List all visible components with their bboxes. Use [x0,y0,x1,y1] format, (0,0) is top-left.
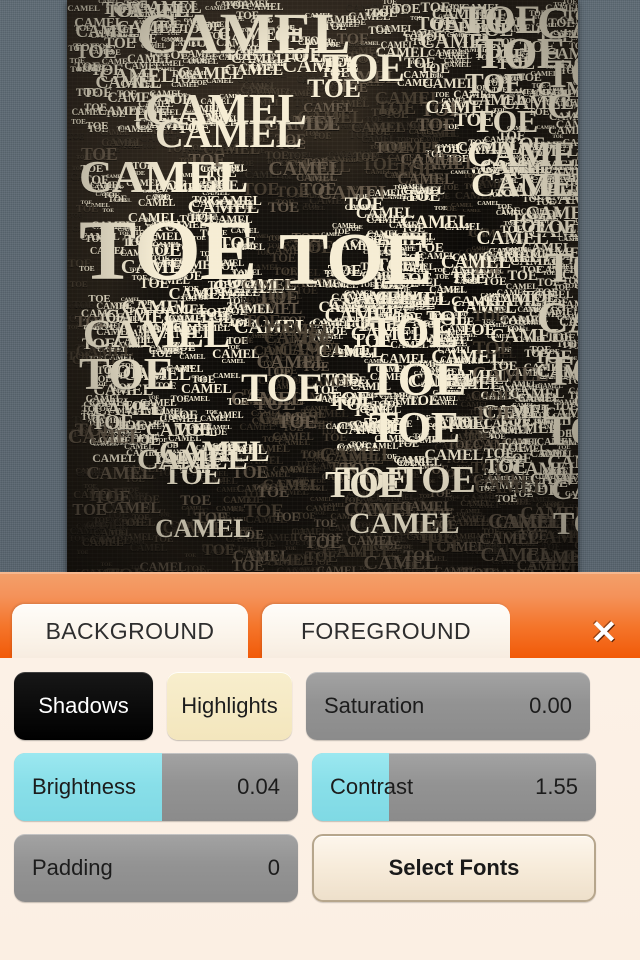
tab-bar: BACKGROUND FOREGROUND ✕ [0,572,640,658]
app-screen: CAMELCAMELCAMELTOETOETOETOECAMELCAMELTOE… [0,0,640,960]
artwork-image: CAMELCAMELCAMELTOETOETOETOECAMELCAMELTOE… [67,0,578,578]
shadows-toggle-label: Shadows [38,693,129,718]
highlights-toggle-label: Highlights [181,693,278,718]
contrast-slider-text: Contrast 1.55 [312,753,596,821]
select-fonts-label: Select Fonts [388,855,520,880]
saturation-slider-text: Saturation 0.00 [306,672,590,740]
saturation-label: Saturation [324,693,425,718]
contrast-label: Contrast [330,774,414,799]
vignette-overlay [67,0,578,578]
editor-sheet: BACKGROUND FOREGROUND ✕ Shadows Highligh… [0,572,640,960]
saturation-slider[interactable]: Saturation 0.00 [306,672,590,740]
brightness-label: Brightness [32,774,136,799]
padding-value: 0 [267,855,280,880]
brightness-slider-text: Brightness 0.04 [14,753,298,821]
contrast-value: 1.55 [535,774,578,799]
controls-row-2: Brightness 0.04 Contrast 1.55 [14,753,626,821]
tab-foreground-label: FOREGROUND [300,617,472,644]
highlights-toggle[interactable]: Highlights [167,672,292,740]
shadows-toggle[interactable]: Shadows [14,672,153,740]
padding-label: Padding [32,855,113,880]
artwork-preview[interactable]: CAMELCAMELCAMELTOETOETOETOECAMELCAMELTOE… [67,0,578,578]
padding-slider[interactable]: Padding 0 [14,834,298,902]
saturation-value: 0.00 [529,693,572,718]
contrast-slider[interactable]: Contrast 1.55 [312,753,596,821]
brightness-value: 0.04 [237,774,280,799]
brightness-slider[interactable]: Brightness 0.04 [14,753,298,821]
close-icon[interactable]: ✕ [582,610,626,654]
padding-slider-text: Padding 0 [14,834,298,902]
tab-background[interactable]: BACKGROUND [12,604,248,658]
controls-row-3: Padding 0 Select Fonts [14,834,626,902]
controls-row-1: Shadows Highlights Saturation 0.00 [14,672,626,740]
select-fonts-button[interactable]: Select Fonts [312,834,596,902]
tab-foreground[interactable]: FOREGROUND [262,604,510,658]
tab-background-label: BACKGROUND [45,617,215,644]
controls-panel: Shadows Highlights Saturation 0.00 Brigh… [0,658,640,960]
